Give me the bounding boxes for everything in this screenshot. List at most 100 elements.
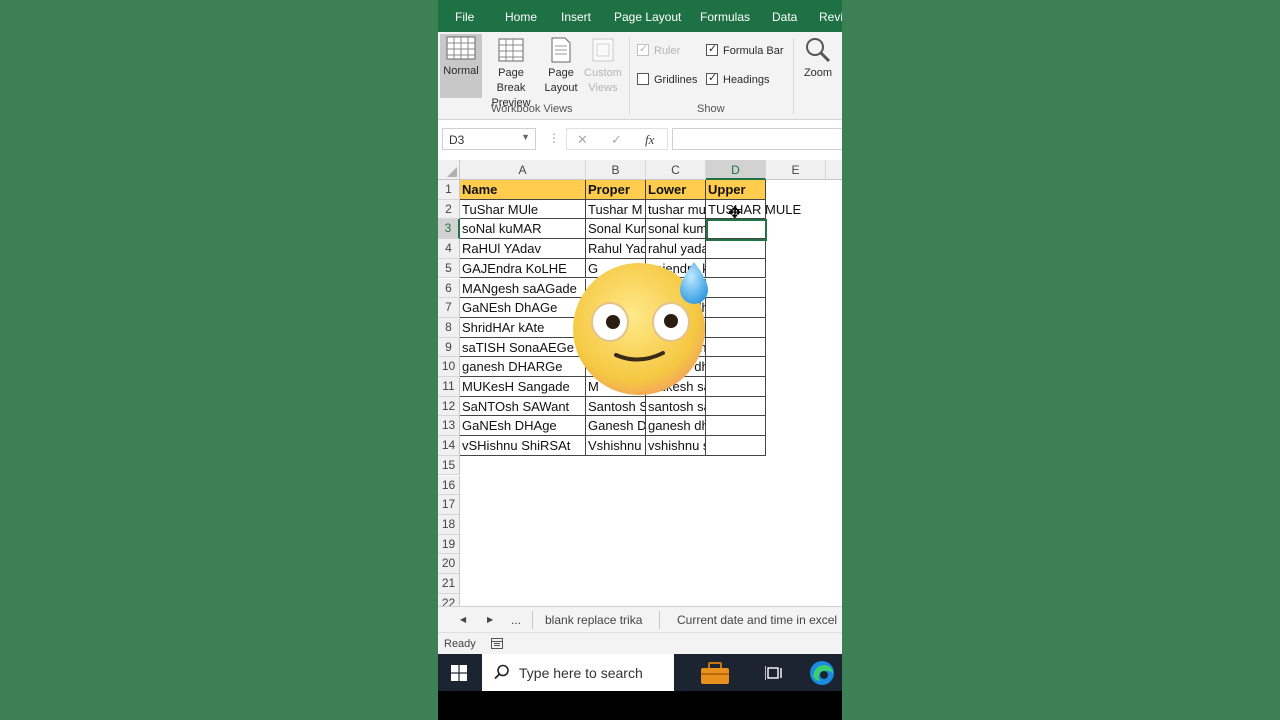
table-cell[interactable]: TuShar MUle [460,199,586,220]
name-box[interactable]: D3 ▼ [442,128,536,150]
table-cell[interactable]: soNal kuMAR [460,219,586,240]
row-header[interactable]: 15 [438,455,460,476]
row-header[interactable]: 16 [438,475,460,496]
row-header[interactable]: 9 [438,337,460,358]
chevron-down-icon[interactable]: ▼ [521,132,530,142]
column-header-e[interactable]: E [766,160,826,180]
row-header[interactable]: 2 [438,199,460,220]
column-header-d[interactable]: D [706,160,766,180]
windows-start-icon[interactable] [451,665,467,681]
formula-bar-checkbox-box[interactable]: ✓ [706,43,718,56]
sheet-more-button[interactable]: ... [511,613,521,627]
tab-home[interactable]: Home [505,10,537,24]
table-cell[interactable] [706,317,766,338]
table-cell[interactable]: tushar mu [646,199,706,220]
column-header-c[interactable]: C [646,160,706,180]
ribbon-tab-bar: File Home Insert Page Layout Formulas Da… [438,0,842,32]
briefcase-icon[interactable] [700,661,730,685]
tab-file[interactable]: File [455,10,474,24]
row-header[interactable]: 8 [438,317,460,338]
formula-bar-checkbox[interactable]: ✓ Formula Bar [706,43,784,57]
table-cell[interactable]: ganesh dhage [646,416,706,437]
normal-view-icon [446,36,476,60]
headings-checkbox[interactable]: ✓ Headings [706,72,769,86]
sheet-tab-blank-replace[interactable]: blank replace trika [545,613,642,627]
column-header-a[interactable]: A [460,160,586,180]
table-cell[interactable]: Lower [646,180,706,200]
table-cell[interactable]: vSHishnu ShiRSAt [460,436,586,456]
checkmark-icon: ✓ [708,43,718,55]
task-view-icon[interactable] [765,665,783,681]
row-header[interactable]: 4 [438,239,460,259]
drag-handle-icon[interactable]: ⋮ [548,131,560,145]
table-cell[interactable] [706,278,766,299]
row-header[interactable]: 11 [438,377,460,397]
column-header-b[interactable]: B [586,160,646,180]
table-cell[interactable] [706,377,766,397]
table-cell[interactable]: vshishnu shirsat [646,436,706,456]
row-header[interactable]: 3 [438,219,460,240]
table-cell[interactable]: Name [460,180,586,200]
headings-checkbox-box[interactable]: ✓ [706,72,718,85]
row-header[interactable]: 13 [438,416,460,437]
table-cell[interactable]: sonal kumar [646,219,706,240]
table-cell[interactable]: Ganesh D [586,416,646,437]
page-layout-view-button[interactable]: Page Layout [542,36,580,96]
table-cell[interactable]: Proper [586,180,646,200]
sheet-tab-current-date[interactable]: Current date and time in excel [677,613,837,627]
table-cell[interactable]: Sonal Kur [586,219,646,240]
table-cell[interactable]: Upper [706,180,766,200]
table-cell[interactable] [706,416,766,437]
edge-browser-icon[interactable] [809,660,835,686]
checkmark-icon: ✓ [639,43,649,55]
enter-icon[interactable]: ✓ [611,132,622,148]
macro-record-icon[interactable] [491,638,503,649]
table-cell[interactable]: Vshishnu [586,436,646,456]
table-cell[interactable] [706,239,766,259]
row-header[interactable]: 14 [438,436,460,456]
table-cell[interactable]: Tushar M [586,199,646,220]
row-header[interactable]: 7 [438,298,460,318]
cancel-icon[interactable]: ✕ [577,132,588,148]
row-header[interactable]: 19 [438,534,460,555]
row-header[interactable]: 21 [438,574,460,594]
custom-views-icon [592,38,614,62]
table-cell[interactable]: TUSHAR MULE [706,199,801,220]
page-layout-icon [551,37,571,63]
table-cell[interactable] [706,337,766,358]
table-cell[interactable] [706,258,766,279]
insert-function-icon[interactable]: fx [645,132,654,148]
sheet-next-icon[interactable]: ▶ [487,615,493,624]
table-cell[interactable] [706,298,766,318]
sheet-prev-icon[interactable]: ◀ [460,615,466,624]
sheet-tab-bar: ◀ ▶ ... blank replace trika Current date… [438,606,842,632]
tab-formulas[interactable]: Formulas [700,10,750,24]
tab-review[interactable]: Revi [819,10,842,24]
normal-view-button[interactable]: Normal [440,34,482,98]
row-header[interactable]: 5 [438,258,460,279]
row-header[interactable]: 6 [438,278,460,299]
page-break-preview-button[interactable]: Page Break Preview [484,36,538,111]
column-header-f[interactable] [826,160,842,180]
sweat-smile-emoji [566,256,712,402]
table-cell[interactable] [706,436,766,456]
row-header[interactable]: 10 [438,357,460,377]
row-header[interactable]: 20 [438,554,460,574]
gridlines-checkbox-box[interactable] [637,73,649,85]
tab-page-layout[interactable]: Page Layout [614,10,681,24]
select-all-corner[interactable] [438,160,460,180]
table-cell[interactable]: GaNEsh DHAge [460,416,586,437]
zoom-button[interactable]: Zoom [798,36,838,81]
row-header[interactable]: 17 [438,495,460,515]
row-header[interactable]: 22 [438,593,460,606]
table-cell[interactable] [706,396,766,417]
row-header[interactable]: 12 [438,396,460,417]
taskbar-search-box[interactable]: Type here to search [482,654,674,691]
table-cell[interactable] [706,357,766,377]
tab-data[interactable]: Data [772,10,797,24]
formula-input[interactable] [672,128,842,150]
row-header[interactable]: 1 [438,180,460,200]
row-header[interactable]: 18 [438,514,460,535]
gridlines-checkbox[interactable]: Gridlines [637,73,697,86]
tab-insert[interactable]: Insert [561,10,591,24]
